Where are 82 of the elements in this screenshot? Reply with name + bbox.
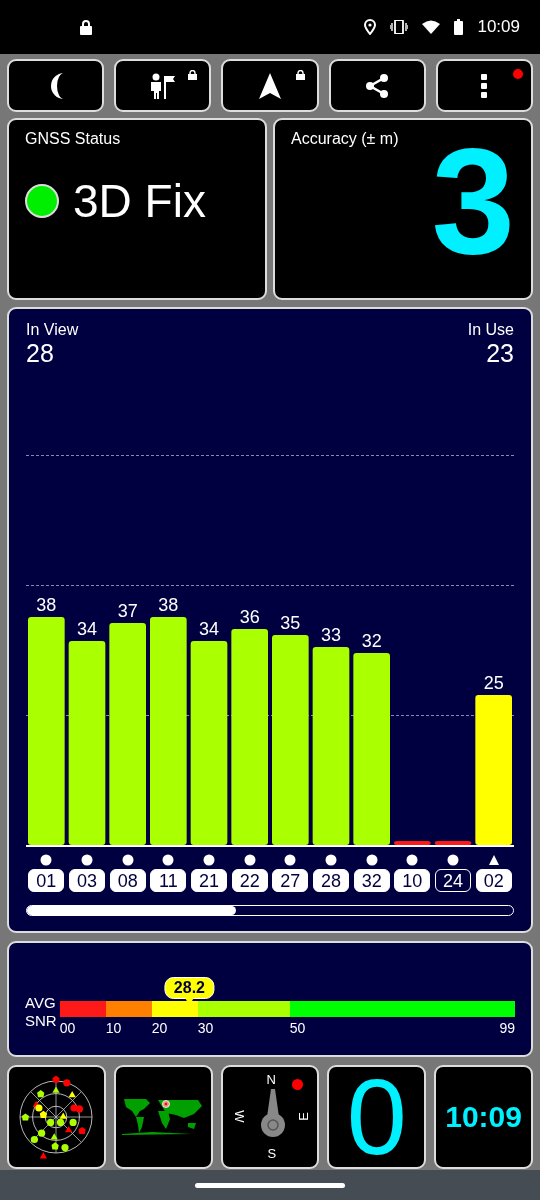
scale-tick-label: 99 (499, 1020, 515, 1036)
toolbar-button[interactable] (114, 59, 212, 112)
scale-tick-label: 20 (151, 1020, 168, 1036)
bar-value-label: 35 (280, 613, 301, 633)
fix-status-dot (25, 184, 59, 218)
bar (434, 841, 472, 845)
scale-tick-label: 00 (59, 1020, 76, 1036)
toolbar-button[interactable] (221, 59, 319, 112)
person-flag-icon (148, 71, 177, 100)
widget-tile[interactable]: N W E S (220, 1065, 320, 1169)
toolbar-button[interactable] (7, 59, 105, 112)
lock-icon (80, 19, 92, 35)
clock-time: 10:09 (445, 1100, 522, 1134)
home-indicator[interactable] (195, 1182, 345, 1188)
widget-tile[interactable] (113, 1065, 213, 1169)
in-use-label: In Use (467, 321, 514, 339)
satellite-id: 27 (272, 869, 309, 892)
widget-tile[interactable]: 0 (327, 1065, 427, 1169)
scale-tick-label: 30 (197, 1020, 214, 1036)
widget-tile[interactable] (7, 1065, 106, 1169)
satellite-id: 10 (394, 869, 431, 892)
bar-value-label: 34 (77, 619, 97, 639)
navigation-arrow-icon (258, 71, 282, 100)
satellite-id: 22 (231, 869, 268, 892)
dot-icon (284, 854, 297, 866)
card-title: GNSS Status (25, 130, 121, 148)
bar-value-label: 37 (117, 601, 138, 621)
more-icon (481, 73, 488, 98)
scale-tick-label: 50 (289, 1020, 306, 1036)
satellite-id: 21 (191, 869, 227, 892)
toolbar-button[interactable] (328, 59, 426, 112)
dot-icon (325, 854, 337, 866)
satellite-id: 03 (69, 869, 105, 892)
satellite-id: 24 (435, 869, 471, 892)
bar-value-label: 32 (361, 631, 382, 651)
in-view-count: 28 (26, 339, 55, 368)
bar-value-label: 33 (321, 625, 341, 645)
status-time: 10:09 (477, 17, 520, 37)
satellite-id: 11 (150, 869, 187, 892)
snr-label: SNR (25, 1012, 57, 1030)
bar-value-label: 36 (239, 607, 260, 627)
bar-value-label: 34 (199, 619, 219, 639)
wifi-icon (422, 20, 441, 34)
share-icon (364, 72, 391, 99)
fix-status: 3D Fix (73, 174, 206, 228)
avg-label: AVG (25, 994, 57, 1012)
dot-icon (40, 854, 53, 866)
dot-icon (365, 854, 378, 866)
dot-icon (406, 854, 419, 866)
compass-north-label: N (266, 1072, 276, 1087)
bar-value-label: 25 (483, 673, 504, 693)
satellite-id: 01 (28, 869, 65, 892)
dot-icon (447, 854, 459, 866)
location-icon (364, 19, 377, 35)
status-dot (292, 1079, 304, 1090)
dot-icon (81, 854, 93, 866)
compass-west-label: W (231, 1110, 247, 1123)
dot-icon (203, 854, 215, 866)
vibrate-icon (390, 20, 409, 34)
triangle-icon (487, 854, 500, 866)
bar-value-label: 38 (158, 595, 179, 615)
toolbar-button[interactable] (435, 59, 533, 112)
dot-icon (162, 854, 175, 866)
bar-value-label: 38 (36, 595, 57, 615)
satellite-id: 02 (475, 869, 512, 892)
widget-tile[interactable]: 10:09 (434, 1065, 533, 1169)
in-use-count: 23 (486, 339, 514, 368)
accuracy-value: 3 (431, 146, 515, 256)
compass-east-label: E (295, 1112, 311, 1121)
dot-icon (243, 854, 256, 866)
compass-needle-icon (260, 1089, 285, 1137)
compass-south-label: S (267, 1146, 277, 1161)
battery-icon (454, 19, 464, 35)
satellite-id: 08 (109, 869, 146, 892)
in-view-label: In View (26, 321, 79, 339)
satellite-id: 28 (313, 869, 349, 892)
speed-value: 0 (346, 1067, 407, 1167)
scale-tick-label: 10 (105, 1020, 122, 1036)
dot-icon (121, 854, 134, 866)
satellite-id: 32 (353, 869, 390, 892)
card-title: Accuracy (± m) (291, 130, 399, 148)
bar (394, 841, 431, 845)
